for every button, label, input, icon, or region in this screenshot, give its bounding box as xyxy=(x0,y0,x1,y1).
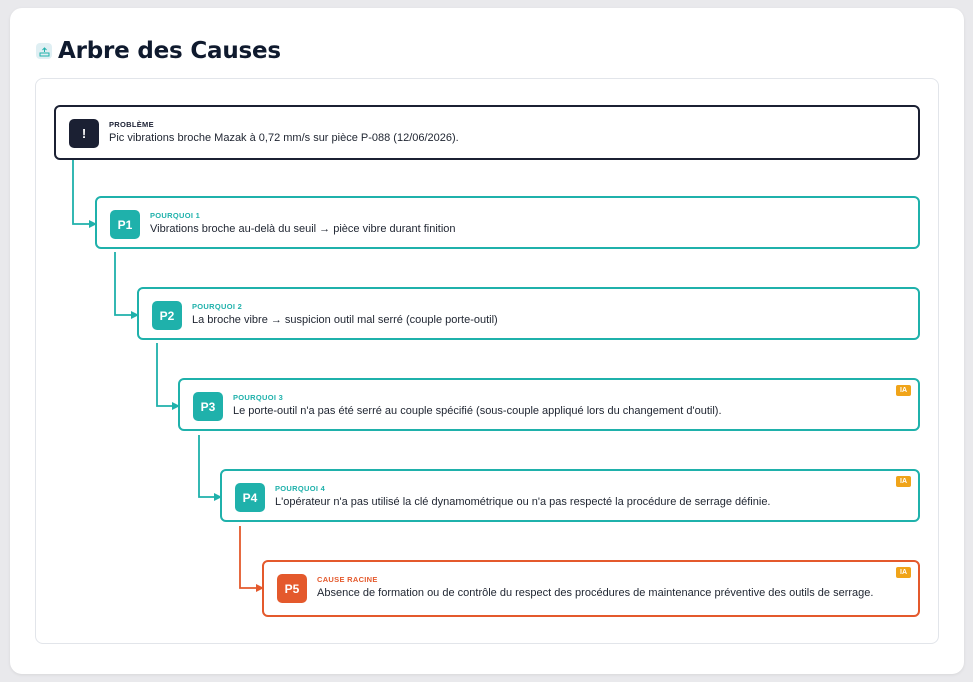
why-node-4[interactable]: P4 POURQUOI 4 L'opérateur n'a pas utilis… xyxy=(220,469,920,522)
root-cause-node[interactable]: P5 CAUSE RACINE Absence de formation ou … xyxy=(262,560,920,617)
tree-icon xyxy=(36,43,52,59)
why-badge: P3 xyxy=(193,392,223,421)
root-cause-label: CAUSE RACINE xyxy=(317,575,378,584)
root-cause-badge: P5 xyxy=(277,574,307,603)
why-node-2[interactable]: P2 POURQUOI 2 La broche vibre → suspicio… xyxy=(137,287,920,340)
why-text: La broche vibre → suspicion outil mal se… xyxy=(192,314,498,326)
why-node-3[interactable]: P3 POURQUOI 3 Le porte-outil n'a pas été… xyxy=(178,378,920,431)
ai-tag: IA xyxy=(896,567,911,578)
page-title: Arbre des Causes xyxy=(58,38,281,64)
why-node-1[interactable]: P1 POURQUOI 1 Vibrations broche au-delà … xyxy=(95,196,920,249)
problem-badge: ! xyxy=(69,119,99,148)
why-label: POURQUOI 1 xyxy=(150,211,201,220)
why-badge: P1 xyxy=(110,210,140,239)
root-cause-text: Absence de formation ou de contrôle du r… xyxy=(317,587,874,599)
ai-tag: IA xyxy=(896,385,911,396)
why-text: L'opérateur n'a pas utilisé la clé dynam… xyxy=(275,496,771,508)
why-label: POURQUOI 2 xyxy=(192,302,243,311)
why-label: POURQUOI 3 xyxy=(233,393,284,402)
ai-tag: IA xyxy=(896,476,911,487)
why-badge: P2 xyxy=(152,301,182,330)
page-header: Arbre des Causes xyxy=(36,38,281,64)
why-label: POURQUOI 4 xyxy=(275,484,326,493)
problem-node[interactable]: ! PROBLÈME Pic vibrations broche Mazak à… xyxy=(54,105,920,160)
why-text: Vibrations broche au-delà du seuil → piè… xyxy=(150,223,456,235)
problem-label: PROBLÈME xyxy=(109,120,154,129)
why-text: Le porte-outil n'a pas été serré au coup… xyxy=(233,405,722,417)
problem-text: Pic vibrations broche Mazak à 0,72 mm/s … xyxy=(109,132,459,144)
why-badge: P4 xyxy=(235,483,265,512)
